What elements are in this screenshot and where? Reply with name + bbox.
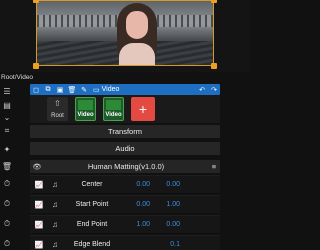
param-value-y[interactable]: 0.00 (150, 181, 180, 188)
param-label: Edge Blend (73, 241, 111, 248)
list-icon[interactable]: ☰ (1, 86, 13, 96)
stopwatch-icon[interactable]: ⏱ (1, 238, 13, 250)
video-selector[interactable]: ▭ Video (90, 86, 119, 94)
graph-icon[interactable]: 📈 (30, 181, 48, 189)
delete-icon[interactable]: 🗑 (66, 84, 78, 95)
param-value[interactable]: 0.1 (150, 241, 180, 248)
param-value-x[interactable]: 0.00 (122, 201, 150, 208)
video-selector-label: Video (101, 86, 120, 93)
transform-label: Transform (108, 127, 142, 136)
stopwatch-icon[interactable]: ⏱ (1, 218, 13, 230)
music-note-icon[interactable]: ♫ (48, 200, 62, 209)
param-value-x[interactable]: 0.00 (122, 181, 150, 188)
param-label: Center (81, 181, 103, 188)
graph-icon[interactable]: 📈 (30, 241, 48, 249)
preview-frame (36, 0, 214, 66)
root-clip[interactable]: ⇧ Root (47, 97, 68, 121)
eye-icon[interactable]: 👁 (30, 163, 44, 171)
copy-icon[interactable]: ⧉ (42, 84, 54, 95)
stopwatch-icon[interactable]: ⏱ (1, 198, 13, 210)
chevron-down-icon[interactable]: ⌄ (1, 112, 13, 122)
effect-header[interactable]: 👁 Human Matting(v1.0.0) ≡ (30, 160, 220, 173)
param-value-y[interactable]: 0.00 (150, 221, 180, 228)
preview-person (115, 3, 159, 65)
audio-section[interactable]: Audio (30, 141, 220, 155)
param-value-x[interactable]: 1.00 (122, 221, 150, 228)
layer-toolbar: ◻ ⧉ ▣ 🗑 ✎ ▭ Video ↶ ↷ (30, 84, 220, 95)
menu-icon[interactable]: ≡ (208, 162, 220, 171)
layers-icon[interactable]: ▤ (1, 100, 13, 110)
music-note-icon[interactable]: ♫ (48, 240, 62, 249)
root-clip-label: Root (51, 113, 64, 119)
edit-icon[interactable]: ✎ (78, 84, 90, 95)
param-label: End Point (76, 221, 108, 228)
music-note-icon[interactable]: ♫ (48, 180, 62, 189)
redo-icon[interactable]: ↷ (208, 84, 220, 95)
audio-label: Audio (115, 144, 135, 153)
fx-icon[interactable]: ✦ (1, 143, 13, 155)
effect-name: Human Matting(v1.0.0) (87, 162, 165, 171)
trash-icon[interactable]: 🗑 (1, 160, 13, 172)
undo-icon[interactable]: ↶ (196, 84, 208, 95)
transform-section[interactable]: Transform (30, 124, 220, 138)
video-clip-label: Video (77, 112, 94, 118)
resize-handle-top-right[interactable] (211, 0, 217, 3)
music-note-icon[interactable]: ♫ (48, 220, 62, 229)
graph-icon[interactable]: 📈 (30, 201, 48, 209)
param-row-start-point: 📈 ♫ Start Point 0.00 1.00 (30, 195, 220, 213)
video-icon: ▭ (93, 86, 100, 94)
video-preview[interactable] (0, 0, 250, 72)
param-row-edge-blend: 📈 ♫ Edge Blend 0.1 (30, 235, 220, 250)
resize-handle-bottom-left[interactable] (33, 63, 39, 69)
select-all-icon[interactable]: ◻ (30, 84, 42, 95)
up-arrow-icon: ⇧ (54, 99, 61, 108)
param-value-y[interactable]: 1.00 (150, 201, 180, 208)
video-clip[interactable]: Video (103, 97, 124, 121)
clip-thumbnail (106, 100, 121, 110)
crop-icon[interactable]: ⌗ (1, 125, 13, 137)
resize-handle-bottom-right[interactable] (211, 63, 217, 69)
breadcrumb: Root/Video (1, 74, 34, 81)
add-layer-button[interactable]: + (131, 97, 155, 121)
graph-icon[interactable]: 📈 (30, 221, 48, 229)
video-clip[interactable]: Video (75, 97, 96, 121)
resize-handle-top-left[interactable] (33, 0, 39, 3)
param-row-center: 📈 ♫ Center 0.00 0.00 (30, 175, 220, 193)
video-clip-label: Video (105, 112, 122, 118)
clip-thumbnail (78, 100, 93, 110)
param-row-end-point: 📈 ♫ End Point 1.00 0.00 (30, 215, 220, 233)
paste-icon[interactable]: ▣ (54, 84, 66, 95)
param-label: Start Point (75, 201, 109, 208)
stopwatch-icon[interactable]: ⏱ (1, 178, 13, 190)
